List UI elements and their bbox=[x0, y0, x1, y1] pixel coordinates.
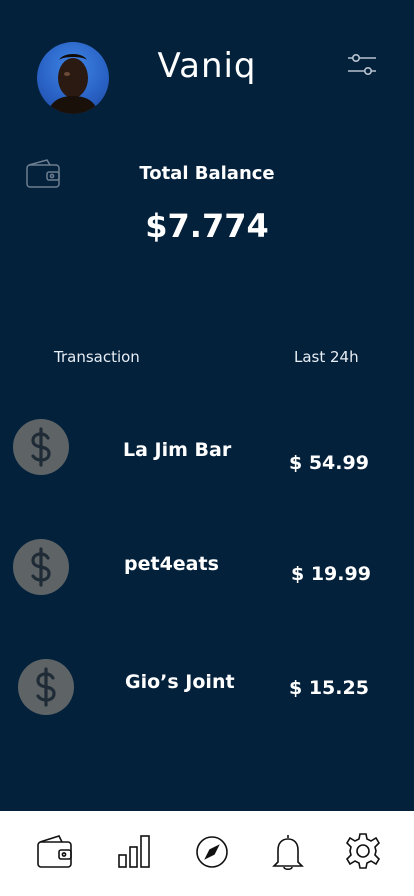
transaction-row[interactable]: pet4eats $ 19.99 bbox=[0, 539, 414, 599]
gear-icon[interactable] bbox=[343, 831, 383, 871]
dollar-icon bbox=[18, 659, 74, 715]
dollar-icon bbox=[13, 419, 69, 475]
transaction-amount: $ 15.25 bbox=[289, 677, 369, 699]
period-filter[interactable]: Last 24h bbox=[294, 348, 359, 366]
dollar-icon bbox=[13, 539, 69, 595]
bottom-nav bbox=[0, 811, 414, 896]
bell-icon[interactable] bbox=[268, 831, 308, 871]
bar-chart-icon[interactable] bbox=[115, 831, 155, 871]
transaction-row[interactable]: Gio’s Joint $ 15.25 bbox=[0, 659, 414, 719]
sliders-icon[interactable] bbox=[347, 52, 377, 78]
total-balance-value: $7.774 bbox=[145, 207, 269, 245]
transaction-heading: Transaction bbox=[54, 348, 140, 366]
wallet-icon[interactable] bbox=[35, 831, 75, 871]
transaction-name: Gio’s Joint bbox=[125, 671, 235, 693]
transaction-name: pet4eats bbox=[124, 553, 219, 575]
total-balance-label: Total Balance bbox=[139, 163, 275, 184]
compass-icon[interactable] bbox=[192, 831, 232, 871]
transaction-amount: $ 19.99 bbox=[291, 563, 371, 585]
transaction-amount: $ 54.99 bbox=[289, 452, 369, 474]
transaction-row[interactable]: La Jim Bar $ 54.99 bbox=[0, 419, 414, 479]
transaction-name: La Jim Bar bbox=[123, 439, 232, 461]
